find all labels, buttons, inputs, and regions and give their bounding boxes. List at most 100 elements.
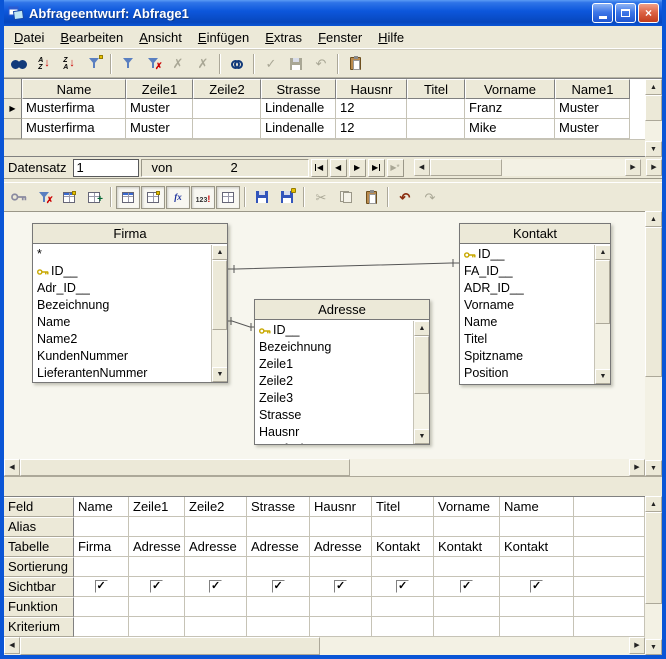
tabelle-cell[interactable]: Kontakt bbox=[500, 537, 574, 557]
sichtbar-checkbox[interactable] bbox=[150, 580, 163, 593]
cell[interactable]: Franz bbox=[465, 99, 555, 119]
datasheet-toggle[interactable] bbox=[216, 186, 240, 209]
scroll-right-icon[interactable]: ▶ bbox=[629, 459, 645, 476]
scroll-right-icon[interactable]: ▶ bbox=[629, 637, 645, 654]
cell[interactable]: Muster bbox=[555, 99, 630, 119]
menu-ansicht[interactable]: Ansicht bbox=[131, 27, 190, 48]
feld-cell[interactable]: Zeile1 bbox=[129, 497, 185, 517]
scroll-up-icon[interactable]: ▲ bbox=[212, 245, 227, 260]
cell[interactable]: Lindenalle bbox=[261, 99, 336, 119]
scroll-up-icon[interactable]: ▲ bbox=[645, 79, 662, 95]
column-header-vorname[interactable]: Vorname bbox=[465, 79, 555, 99]
table-scrollbar[interactable]: ▲ ▼ bbox=[211, 245, 227, 382]
sort-descending-button[interactable]: ZA↓ bbox=[57, 52, 81, 75]
row-selector[interactable] bbox=[4, 119, 22, 139]
field-item[interactable]: ID__ bbox=[33, 263, 211, 280]
kriterium-cell[interactable] bbox=[500, 617, 574, 637]
field-item[interactable]: Spitzname bbox=[460, 348, 594, 365]
feld-cell[interactable]: Hausnr bbox=[310, 497, 372, 517]
funktion-cell[interactable] bbox=[372, 597, 434, 617]
cell[interactable] bbox=[193, 99, 261, 119]
cell[interactable]: Muster bbox=[126, 119, 193, 139]
column-header-zeile2[interactable]: Zeile2 bbox=[193, 79, 261, 99]
query-grid-horizontal-scrollbar[interactable]: ◀ ▶ bbox=[4, 637, 645, 655]
cell[interactable]: 12 bbox=[336, 119, 407, 139]
scroll-right-edge-icon[interactable]: ▶ bbox=[646, 159, 662, 176]
field-item[interactable]: Bezeichnung bbox=[33, 297, 211, 314]
sortierung-cell[interactable] bbox=[310, 557, 372, 577]
sortierung-cell[interactable] bbox=[434, 557, 500, 577]
field-item[interactable]: Name bbox=[33, 314, 211, 331]
filter-edit-button[interactable] bbox=[82, 52, 106, 75]
datasheet-horizontal-scrollbar[interactable]: ◀ ▶ bbox=[414, 159, 641, 176]
sichtbar-checkbox[interactable] bbox=[272, 580, 285, 593]
field-item[interactable]: Strasse bbox=[255, 407, 413, 424]
revert-button[interactable]: ↶ bbox=[309, 52, 333, 75]
scroll-down-icon[interactable]: ▼ bbox=[645, 460, 662, 476]
undo-button[interactable]: ↶ bbox=[393, 186, 417, 209]
alias-cell[interactable] bbox=[310, 517, 372, 537]
app-icon[interactable] bbox=[7, 5, 24, 22]
feld-cell[interactable]: Titel bbox=[372, 497, 434, 517]
close-button[interactable]: × bbox=[638, 3, 659, 23]
distinct-values-toggle[interactable]: 123! bbox=[191, 186, 215, 209]
column-header-titel[interactable]: Titel bbox=[407, 79, 465, 99]
sichtbar-checkbox[interactable] bbox=[530, 580, 543, 593]
alias-toggle[interactable] bbox=[141, 186, 165, 209]
field-item[interactable]: Postfach bbox=[255, 441, 413, 444]
table-scrollbar[interactable]: ▲ ▼ bbox=[594, 245, 610, 384]
field-item[interactable]: Position bbox=[460, 365, 594, 382]
titlebar[interactable]: Abfrageentwurf: Abfrage1 × bbox=[4, 0, 662, 26]
filter-button[interactable] bbox=[116, 52, 140, 75]
column-header-name[interactable]: Name bbox=[22, 79, 126, 99]
edit-form-button[interactable] bbox=[57, 186, 81, 209]
field-item[interactable]: Zeile2 bbox=[255, 373, 413, 390]
field-item[interactable]: Hausnr bbox=[255, 424, 413, 441]
functions-toggle[interactable]: fx bbox=[166, 186, 190, 209]
feld-cell-empty[interactable] bbox=[574, 497, 645, 517]
scroll-down-icon[interactable]: ▼ bbox=[645, 639, 662, 655]
cell[interactable]: Muster bbox=[555, 119, 630, 139]
alias-cell[interactable] bbox=[129, 517, 185, 537]
sichtbar-checkbox[interactable] bbox=[209, 580, 222, 593]
save-button-2[interactable] bbox=[250, 186, 274, 209]
scroll-down-icon[interactable]: ▼ bbox=[595, 369, 610, 384]
alias-cell[interactable] bbox=[500, 517, 574, 537]
kriterium-cell[interactable] bbox=[372, 617, 434, 637]
menu-bearbeiten[interactable]: Bearbeiten bbox=[52, 27, 131, 48]
tabelle-cell[interactable]: Adresse bbox=[185, 537, 247, 557]
sichtbar-cell-empty[interactable] bbox=[574, 577, 645, 597]
tabelle-cell[interactable]: Adresse bbox=[310, 537, 372, 557]
column-header-hausnr[interactable]: Hausnr bbox=[336, 79, 407, 99]
remove-filter-button-2[interactable]: ✗ bbox=[32, 186, 56, 209]
save-record-button[interactable] bbox=[275, 186, 299, 209]
field-item[interactable]: Vorname bbox=[460, 297, 594, 314]
field-item[interactable]: Titel bbox=[460, 331, 594, 348]
cell[interactable]: Muster bbox=[126, 99, 193, 119]
field-item[interactable]: Bezeichnung bbox=[255, 339, 413, 356]
funktion-cell[interactable] bbox=[500, 597, 574, 617]
cell[interactable]: Musterfirma bbox=[22, 99, 126, 119]
sortierung-cell[interactable] bbox=[500, 557, 574, 577]
alias-cell[interactable] bbox=[247, 517, 310, 537]
kriterium-cell[interactable] bbox=[434, 617, 500, 637]
funktion-cell[interactable] bbox=[129, 597, 185, 617]
feld-cell[interactable]: Name bbox=[500, 497, 574, 517]
alias-cell[interactable] bbox=[74, 517, 129, 537]
design-canvas[interactable]: Firma * ID__ Adr_ID__ Bezeichnung Name N… bbox=[4, 211, 645, 459]
remove-filter-button[interactable]: ✗ bbox=[141, 52, 165, 75]
funktion-cell[interactable] bbox=[74, 597, 129, 617]
paste-button-2[interactable] bbox=[359, 186, 383, 209]
cancel-button[interactable]: ✗ bbox=[166, 52, 190, 75]
row-selector-header[interactable] bbox=[4, 79, 22, 99]
minimize-button[interactable] bbox=[592, 3, 613, 23]
cell[interactable]: Lindenalle bbox=[261, 119, 336, 139]
sichtbar-checkbox[interactable] bbox=[95, 580, 108, 593]
kriterium-cell[interactable] bbox=[185, 617, 247, 637]
previous-record-button[interactable]: ◀ bbox=[330, 159, 347, 177]
field-item[interactable]: KundenNummer bbox=[33, 348, 211, 365]
scroll-up-icon[interactable]: ▲ bbox=[414, 321, 429, 336]
cancel-all-button[interactable]: ✗ bbox=[191, 52, 215, 75]
last-record-button[interactable]: ▶ bbox=[368, 159, 385, 177]
tabelle-cell[interactable]: Kontakt bbox=[434, 537, 500, 557]
